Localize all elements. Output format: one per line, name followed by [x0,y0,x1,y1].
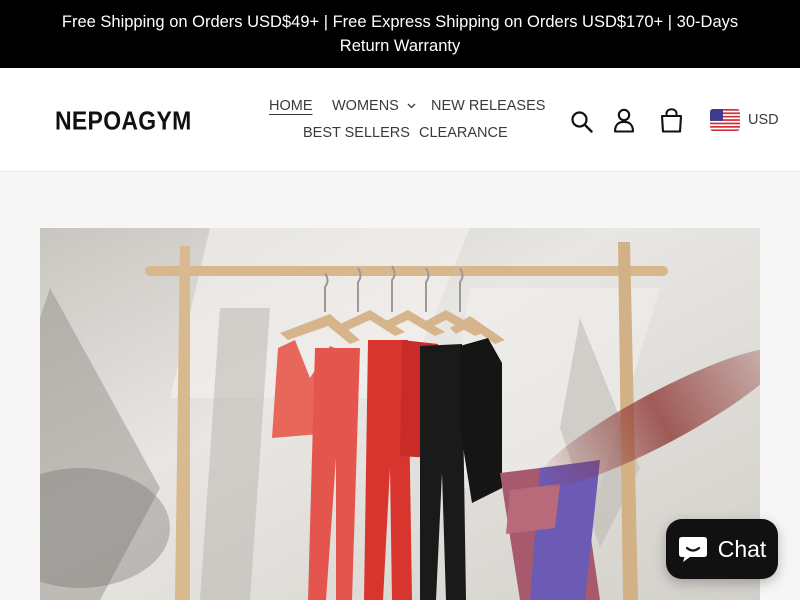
logo[interactable]: NEPOAGYM [55,106,192,136]
nav-clearance[interactable]: CLEARANCE [419,125,508,141]
nav-womens-label: WOMENS [332,98,399,114]
site-header: NEPOAGYM HOME WOMENS NEW RELEASES BEST S… [0,68,800,172]
chevron-down-icon [407,103,416,109]
chat-label: Chat [717,535,767,562]
announcement-text: Free Shipping on Orders USD$49+ | Free E… [61,13,739,55]
currency-code: USD [748,112,779,128]
account-icon[interactable] [613,108,635,138]
hero-image [40,228,760,600]
nav-best-sellers[interactable]: BEST SELLERS [303,125,410,141]
us-flag-icon [710,109,740,131]
chat-bubble-icon [678,537,707,562]
nav-womens[interactable]: WOMENS [332,98,416,114]
nav-home[interactable]: HOME [269,98,313,114]
search-icon[interactable] [570,110,594,139]
announcement-bar: Free Shipping on Orders USD$49+ | Free E… [0,0,800,68]
nav-new-releases[interactable]: NEW RELEASES [431,98,545,114]
cart-icon[interactable] [660,108,683,138]
currency-selector[interactable]: USD [710,109,779,131]
chat-button[interactable]: Chat [666,519,778,579]
